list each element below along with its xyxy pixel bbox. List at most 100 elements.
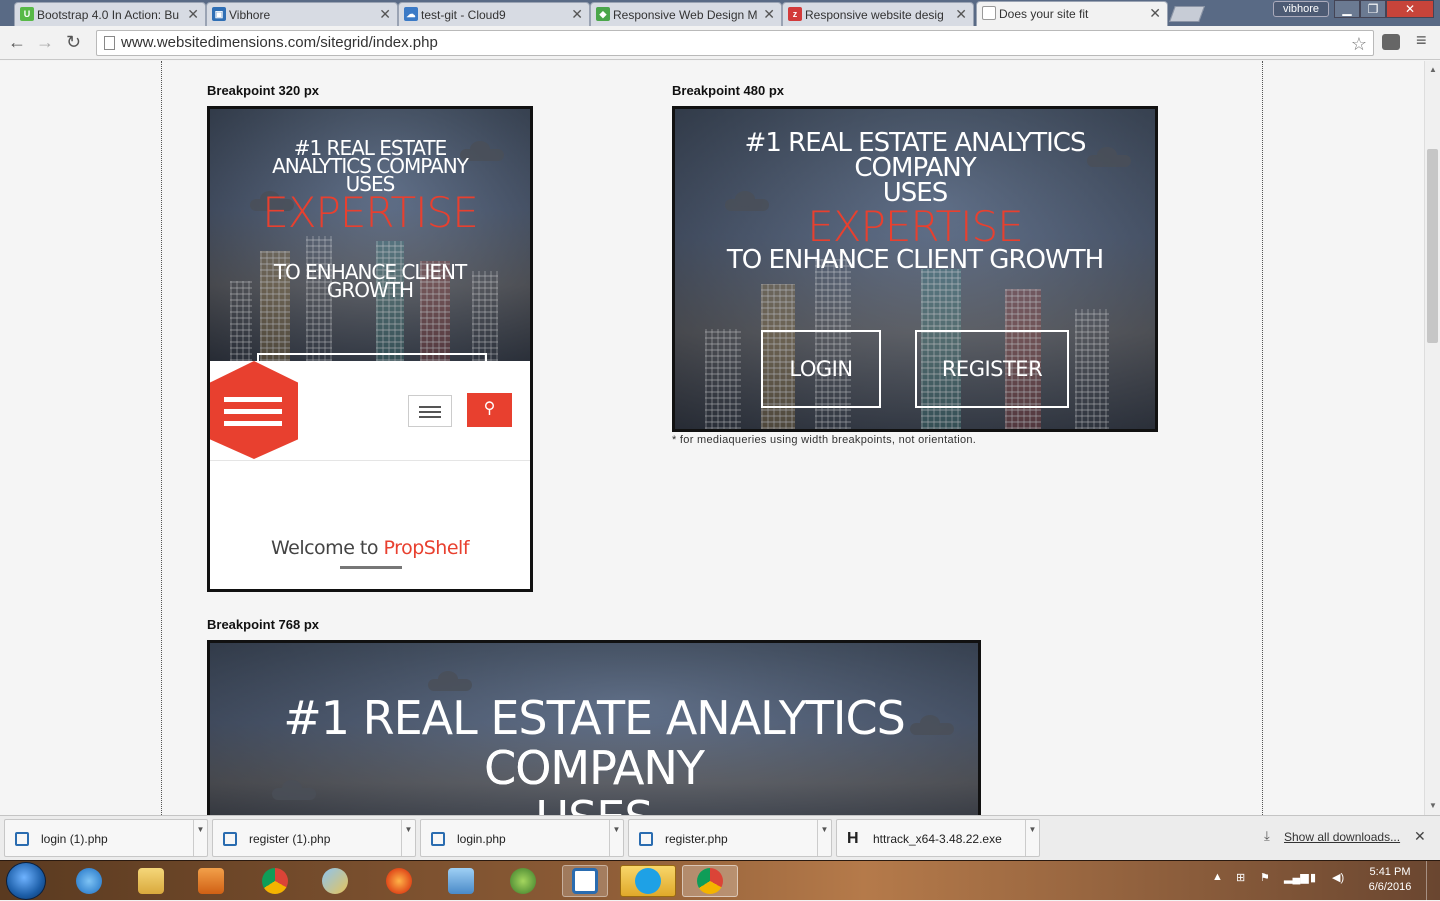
network-icon[interactable]: ▂▄▆ [1284,871,1309,884]
forward-arrow-icon[interactable]: → [36,32,54,53]
close-icon[interactable]: ✕ [763,6,775,23]
hero-tagline-line2: GROWTH [326,278,414,302]
file-explorer-icon[interactable] [128,865,174,897]
download-item[interactable]: register (1).php ▼ [212,819,416,857]
close-icon[interactable]: ✕ [379,6,391,23]
download-item[interactable]: login (1).php ▼ [4,819,208,857]
hamburger-menu-button[interactable] [408,395,452,427]
clock-date: 6/6/2016 [1368,881,1412,893]
android-studio-icon[interactable] [500,865,546,897]
show-all-downloads-link[interactable]: Show all downloads... [1284,830,1400,844]
hero-banner: #1 REAL ESTATE ANALYTICS COMPANY USES EX… [210,109,530,361]
minimize-button[interactable]: ▁ [1334,0,1360,18]
download-filename: register.php [665,832,728,846]
scroll-up-arrow-icon[interactable]: ▲ [1429,65,1437,74]
hero-expertise: EXPERTISE [262,188,479,237]
brackets-file-icon [15,832,29,846]
page-icon [982,6,996,20]
tab-cloud9[interactable]: ☁ test-git - Cloud9 ✕ [398,2,590,26]
hero-banner: #1 REAL ESTATE ANALYTICS COMPANY COMPANY… [210,643,978,815]
download-item[interactable]: H httrack_x64-3.48.22.exe ▼ [836,819,1040,857]
menu-icon[interactable]: ≡ [1416,30,1427,51]
register-button[interactable]: REGISTER [915,330,1069,408]
hero-uses: USES [210,793,978,815]
close-icon[interactable]: ✕ [187,6,199,23]
chevron-down-icon[interactable]: ▼ [609,820,623,856]
hero-button-outline [257,353,487,361]
windows-flag-icon[interactable]: ⊞ [1236,871,1245,884]
welcome-prefix: Welcome to [270,537,384,559]
volume-icon[interactable]: ◀) [1332,871,1344,884]
chevron-down-icon[interactable]: ▼ [401,820,415,856]
windows-taskbar: ▲ ⊞ ⚑ ▂▄▆ ▮ ◀) 5:41 PM 6/6/2016 [0,860,1440,901]
start-button[interactable] [6,862,46,900]
reload-icon[interactable]: ↻ [66,32,81,53]
close-icon[interactable]: ✕ [955,6,967,23]
brackets-icon[interactable] [562,865,608,897]
hero-headline-line2: COMPANY [484,741,705,795]
download-item[interactable]: register.php ▼ [628,819,832,857]
bookmark-star-icon[interactable]: ☆ [1351,32,1367,56]
tab-vibhore[interactable]: ▣ Vibhore ✕ [206,2,398,26]
download-filename: login.php [457,832,506,846]
codeschool-icon: ◆ [596,7,610,21]
cloud-graphic [428,671,472,691]
welcome-underline [340,566,402,569]
chrome-icon[interactable] [252,865,298,897]
browser-toolbar: ← → ↻ www.websitedimensions.com/sitegrid… [0,26,1440,60]
new-tab-button[interactable] [1169,6,1205,22]
tab-title: Does your site fit [999,7,1089,21]
address-bar[interactable]: www.websitedimensions.com/sitegrid/index… [96,30,1374,56]
chevron-down-icon[interactable]: ▼ [817,820,831,856]
grid-guide-right [1262,61,1263,815]
downloads-shelf: login (1).php ▼ register (1).php ▼ login… [0,815,1440,860]
brackets-file-icon [431,832,445,846]
maximize-button[interactable]: ❐ [1360,0,1386,18]
media-player-icon[interactable] [188,865,234,897]
back-arrow-icon[interactable]: ← [8,32,26,53]
url-text: www.websitedimensions.com/sitegrid/index… [121,34,438,51]
udemy-icon: U [20,7,34,21]
tab-bootstrap[interactable]: U Bootstrap 4.0 In Action: Bu ✕ [14,2,206,26]
scroll-down-arrow-icon[interactable]: ▼ [1429,801,1437,810]
login-button[interactable]: LOGIN [761,330,881,408]
preview-frame-768: #1 REAL ESTATE ANALYTICS COMPANY COMPANY… [207,640,981,815]
chevron-down-icon[interactable]: ▼ [1025,820,1039,856]
search-button[interactable]: ⚲ [467,393,512,427]
close-icon[interactable]: ✕ [571,6,583,23]
close-window-button[interactable]: ✕ [1386,0,1434,18]
action-center-flag-icon[interactable]: ⚑ [1260,871,1270,884]
tab-responsive-design[interactable]: z Responsive website desig ✕ [782,2,974,26]
zoho-icon: z [788,7,802,21]
scrollbar-thumb[interactable] [1427,149,1438,343]
internet-explorer-icon[interactable] [66,865,112,897]
breakpoint-480-label: Breakpoint 480 px [672,83,784,98]
profile-button[interactable]: vibhore [1273,1,1329,17]
extension-icon[interactable] [1382,34,1400,50]
vertical-scrollbar[interactable]: ▲ ▼ [1424,61,1440,815]
power-icon[interactable]: ▮ [1310,871,1316,884]
site-header: ⚲ [210,361,530,461]
chevron-down-icon[interactable]: ▼ [193,820,207,856]
firefox-icon[interactable] [376,865,422,897]
close-icon[interactable]: ✕ [1414,828,1426,845]
paint-icon[interactable] [312,865,358,897]
download-filename: register (1).php [249,832,331,846]
tab-title: Vibhore [229,7,271,22]
clock-time: 5:41 PM [1369,866,1411,878]
propshelf-logo-icon[interactable] [210,361,298,459]
show-hidden-icons-icon[interactable]: ▲ [1212,871,1223,883]
close-icon[interactable]: ✕ [1149,5,1161,22]
brackets-file-icon [639,832,653,846]
show-desktop-button[interactable] [1426,861,1440,901]
skype-icon[interactable] [620,865,676,897]
tab-rwd[interactable]: ◆ Responsive Web Design M ✕ [590,2,782,26]
search-icon: ⚲ [483,400,496,417]
system-clock[interactable]: 5:41 PM 6/6/2016 [1360,865,1420,895]
download-item[interactable]: login.php ▼ [420,819,624,857]
chrome-active-icon[interactable] [682,865,738,897]
control-panel-icon[interactable] [438,865,484,897]
tab-does-your-site-fit[interactable]: Does your site fit ✕ [976,1,1168,26]
photo-icon: ▣ [212,7,226,21]
hero-tagline: TO ENHANCE CLIENT GROWTH [726,245,1104,275]
